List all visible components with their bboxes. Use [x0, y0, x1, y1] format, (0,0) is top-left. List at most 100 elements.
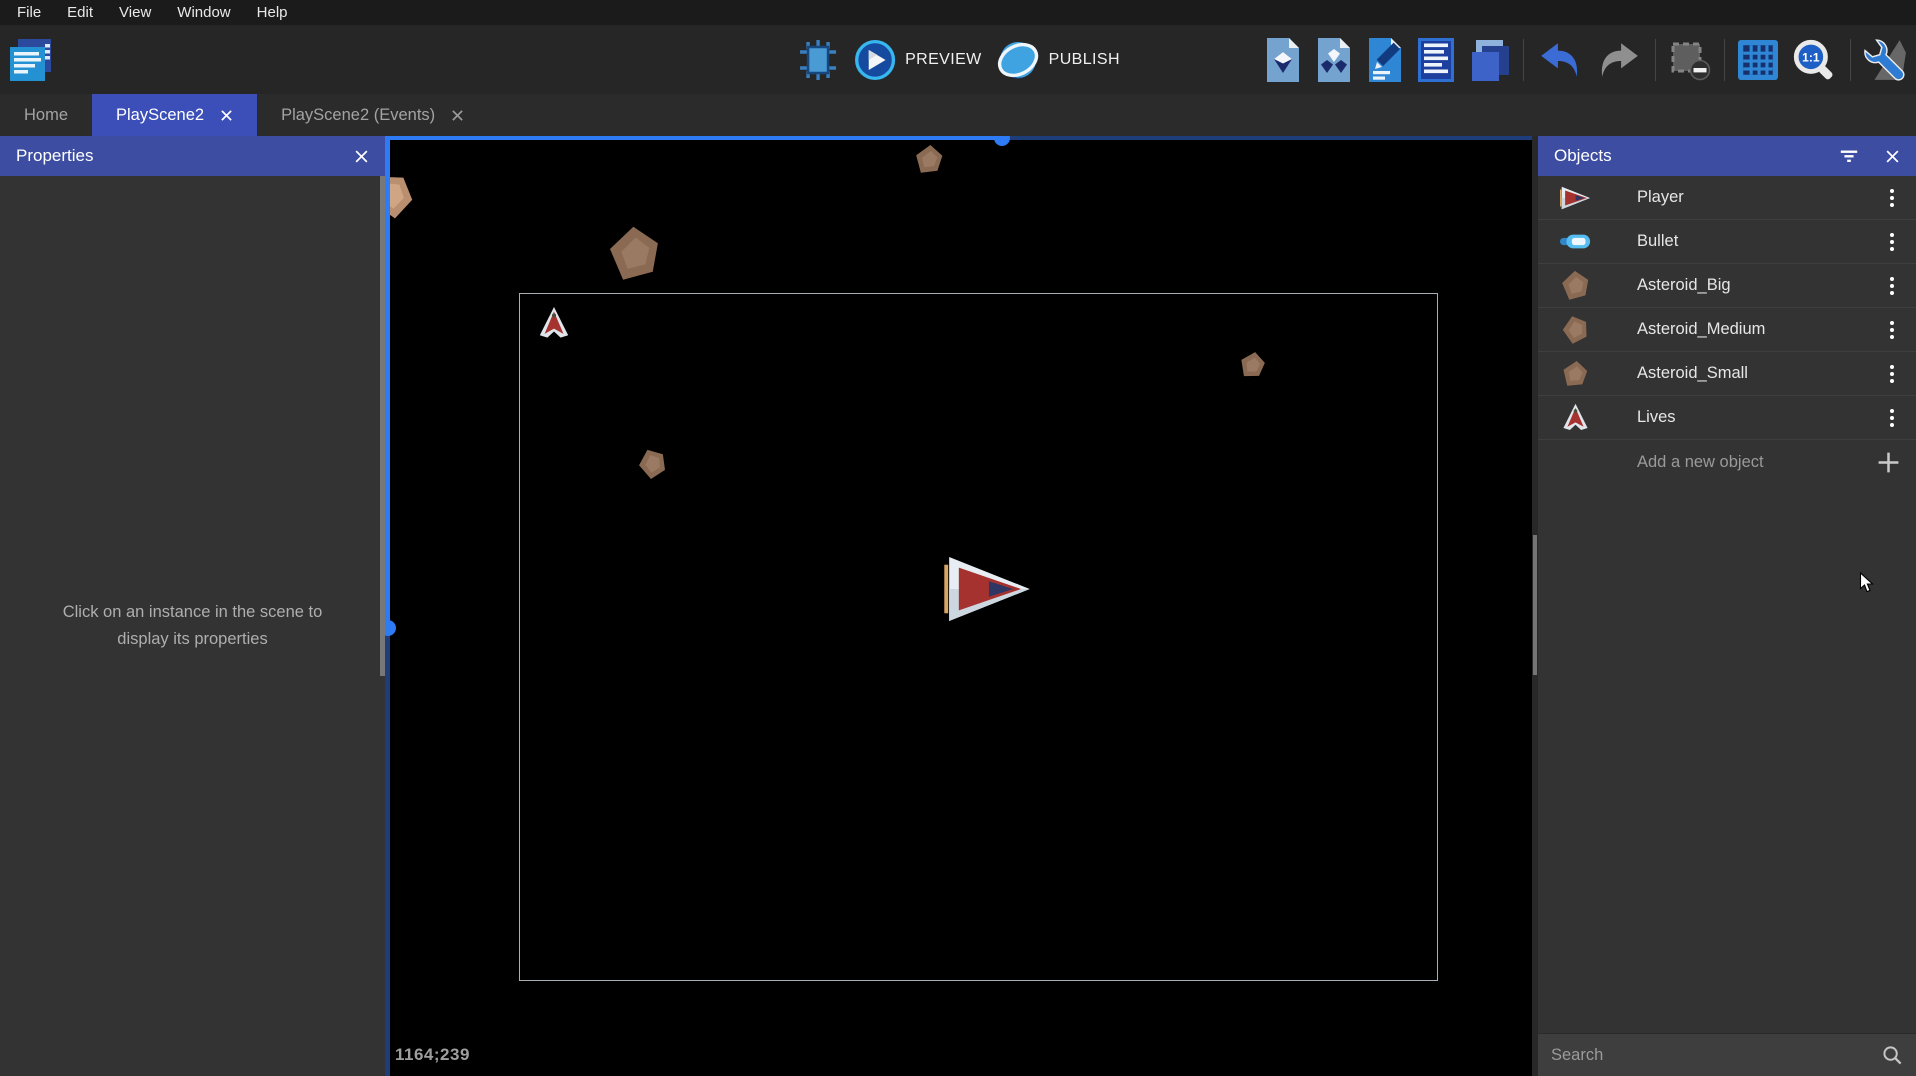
- asteroid-icon: [1558, 270, 1592, 301]
- tab-label: PlayScene2: [116, 106, 204, 125]
- object-menu-kebab-icon[interactable]: [1886, 361, 1898, 387]
- object-label: Asteroid_Big: [1637, 276, 1731, 295]
- preview-button[interactable]: PREVIEW: [854, 39, 982, 81]
- publish-button[interactable]: PUBLISH: [996, 38, 1120, 82]
- filter-objects-button[interactable]: [1839, 148, 1859, 164]
- delete-selection-icon: [1669, 39, 1711, 81]
- lives-instance[interactable]: [537, 306, 571, 340]
- menu-window[interactable]: Window: [166, 2, 241, 23]
- svg-text:1:1: 1:1: [1802, 50, 1820, 64]
- open-instances-list-button[interactable]: [1417, 38, 1455, 82]
- object-groups-icon: [1315, 38, 1353, 82]
- close-tab-icon[interactable]: [220, 109, 233, 122]
- layers-icon: [1468, 38, 1510, 82]
- project-manager-icon: [8, 39, 54, 83]
- menu-view[interactable]: View: [108, 2, 162, 23]
- undo-button[interactable]: [1537, 41, 1583, 79]
- open-properties-button[interactable]: [1366, 38, 1404, 82]
- player-ship-icon: [1558, 186, 1592, 210]
- delete-selection-button[interactable]: [1669, 39, 1711, 81]
- properties-panel-body: Click on an instance in the scene to dis…: [0, 176, 385, 1076]
- scrollbar-handle[interactable]: [994, 136, 1010, 146]
- scene-editor-canvas[interactable]: 1164;239: [385, 136, 1532, 1076]
- redo-button[interactable]: [1596, 41, 1642, 79]
- scrollbar-fill: [385, 136, 1002, 140]
- debugger-button[interactable]: [796, 39, 840, 81]
- toolbar-separator: [1523, 39, 1524, 81]
- gdevelop-window: File Edit View Window Help: [0, 0, 1916, 1076]
- toolbar-separator: [1655, 39, 1656, 81]
- asteroid-icon: [1558, 360, 1592, 388]
- main-toolbar: PREVIEW PUBLISH: [0, 25, 1916, 94]
- object-menu-kebab-icon[interactable]: [1886, 229, 1898, 255]
- objects-search-bar: [1538, 1033, 1916, 1076]
- preview-label: PREVIEW: [905, 51, 982, 69]
- close-properties-button[interactable]: [354, 149, 369, 164]
- open-layers-editor-button[interactable]: [1468, 38, 1510, 82]
- properties-panel: Properties Click on an instance in the s…: [0, 136, 385, 1076]
- close-objects-button[interactable]: [1885, 149, 1900, 164]
- panel-scrollbar-thumb[interactable]: [1533, 535, 1537, 675]
- redo-icon: [1596, 41, 1642, 79]
- close-icon: [1885, 149, 1900, 164]
- project-manager-button[interactable]: [8, 39, 54, 83]
- objects-panel: Objects Player: [1538, 136, 1916, 1076]
- asteroid-icon: [1558, 315, 1592, 344]
- add-new-object-button[interactable]: Add a new object: [1538, 440, 1916, 484]
- object-label: Bullet: [1637, 232, 1678, 251]
- player-instance[interactable]: [944, 556, 1030, 622]
- plus-icon: [1877, 451, 1900, 474]
- canvas-horizontal-scrollbar[interactable]: [385, 136, 1532, 140]
- objects-panel-empty-area: [1538, 484, 1916, 1033]
- object-row-asteroid-small[interactable]: Asteroid_Small: [1538, 352, 1916, 396]
- tab-home[interactable]: Home: [0, 94, 92, 136]
- open-object-groups-button[interactable]: [1315, 38, 1353, 82]
- toolbar-separator: [1724, 39, 1725, 81]
- bullet-icon: [1558, 234, 1592, 249]
- open-objects-editor-button[interactable]: [1264, 38, 1302, 82]
- asteroid-instance[interactable]: [913, 144, 945, 175]
- undo-icon: [1537, 41, 1583, 79]
- cursor-coordinates: 1164;239: [395, 1045, 470, 1065]
- object-row-asteroid-big[interactable]: Asteroid_Big: [1538, 264, 1916, 308]
- zoom-reset-button[interactable]: 1:1: [1791, 37, 1837, 83]
- object-label: Asteroid_Medium: [1637, 320, 1765, 339]
- object-row-lives[interactable]: Lives: [1538, 396, 1916, 440]
- search-icon[interactable]: [1882, 1045, 1903, 1066]
- asteroid-instance[interactable]: [606, 225, 663, 282]
- menu-help[interactable]: Help: [246, 2, 299, 23]
- scene-settings-button[interactable]: [1864, 38, 1908, 82]
- asteroid-instance[interactable]: [1238, 351, 1267, 379]
- object-row-player[interactable]: Player: [1538, 176, 1916, 220]
- objects-editor-icon: [1264, 38, 1302, 82]
- asteroid-instance[interactable]: [636, 448, 669, 479]
- object-label: Asteroid_Small: [1637, 364, 1748, 383]
- object-menu-kebab-icon[interactable]: [1886, 273, 1898, 299]
- object-row-asteroid-medium[interactable]: Asteroid_Medium: [1538, 308, 1916, 352]
- menu-edit[interactable]: Edit: [56, 2, 104, 23]
- tab-playscene2[interactable]: PlayScene2: [92, 94, 257, 136]
- toolbar-separator: [1850, 39, 1851, 81]
- menu-bar: File Edit View Window Help: [0, 0, 1916, 25]
- scrollbar-handle[interactable]: [385, 620, 396, 636]
- object-menu-kebab-icon[interactable]: [1886, 405, 1898, 431]
- object-label: Player: [1637, 188, 1684, 207]
- menu-file[interactable]: File: [6, 2, 52, 23]
- object-label: Lives: [1637, 408, 1676, 427]
- object-row-bullet[interactable]: Bullet: [1538, 220, 1916, 264]
- canvas-vertical-scrollbar[interactable]: [385, 136, 390, 1076]
- close-icon: [354, 149, 369, 164]
- close-tab-icon[interactable]: [451, 109, 464, 122]
- objects-search-input[interactable]: [1551, 1046, 1882, 1065]
- tab-playscene2-events[interactable]: PlayScene2 (Events): [257, 94, 488, 136]
- debugger-icon: [796, 39, 840, 81]
- objects-panel-header: Objects: [1538, 136, 1916, 176]
- tab-bar: Home PlayScene2 PlayScene2 (Events): [0, 94, 1916, 136]
- object-menu-kebab-icon[interactable]: [1886, 317, 1898, 343]
- tab-label: Home: [24, 106, 68, 125]
- toggle-grid-button[interactable]: [1738, 40, 1778, 80]
- publish-globe-icon: [996, 38, 1040, 82]
- object-menu-kebab-icon[interactable]: [1886, 185, 1898, 211]
- grid-icon: [1738, 40, 1778, 80]
- filter-icon: [1839, 148, 1859, 164]
